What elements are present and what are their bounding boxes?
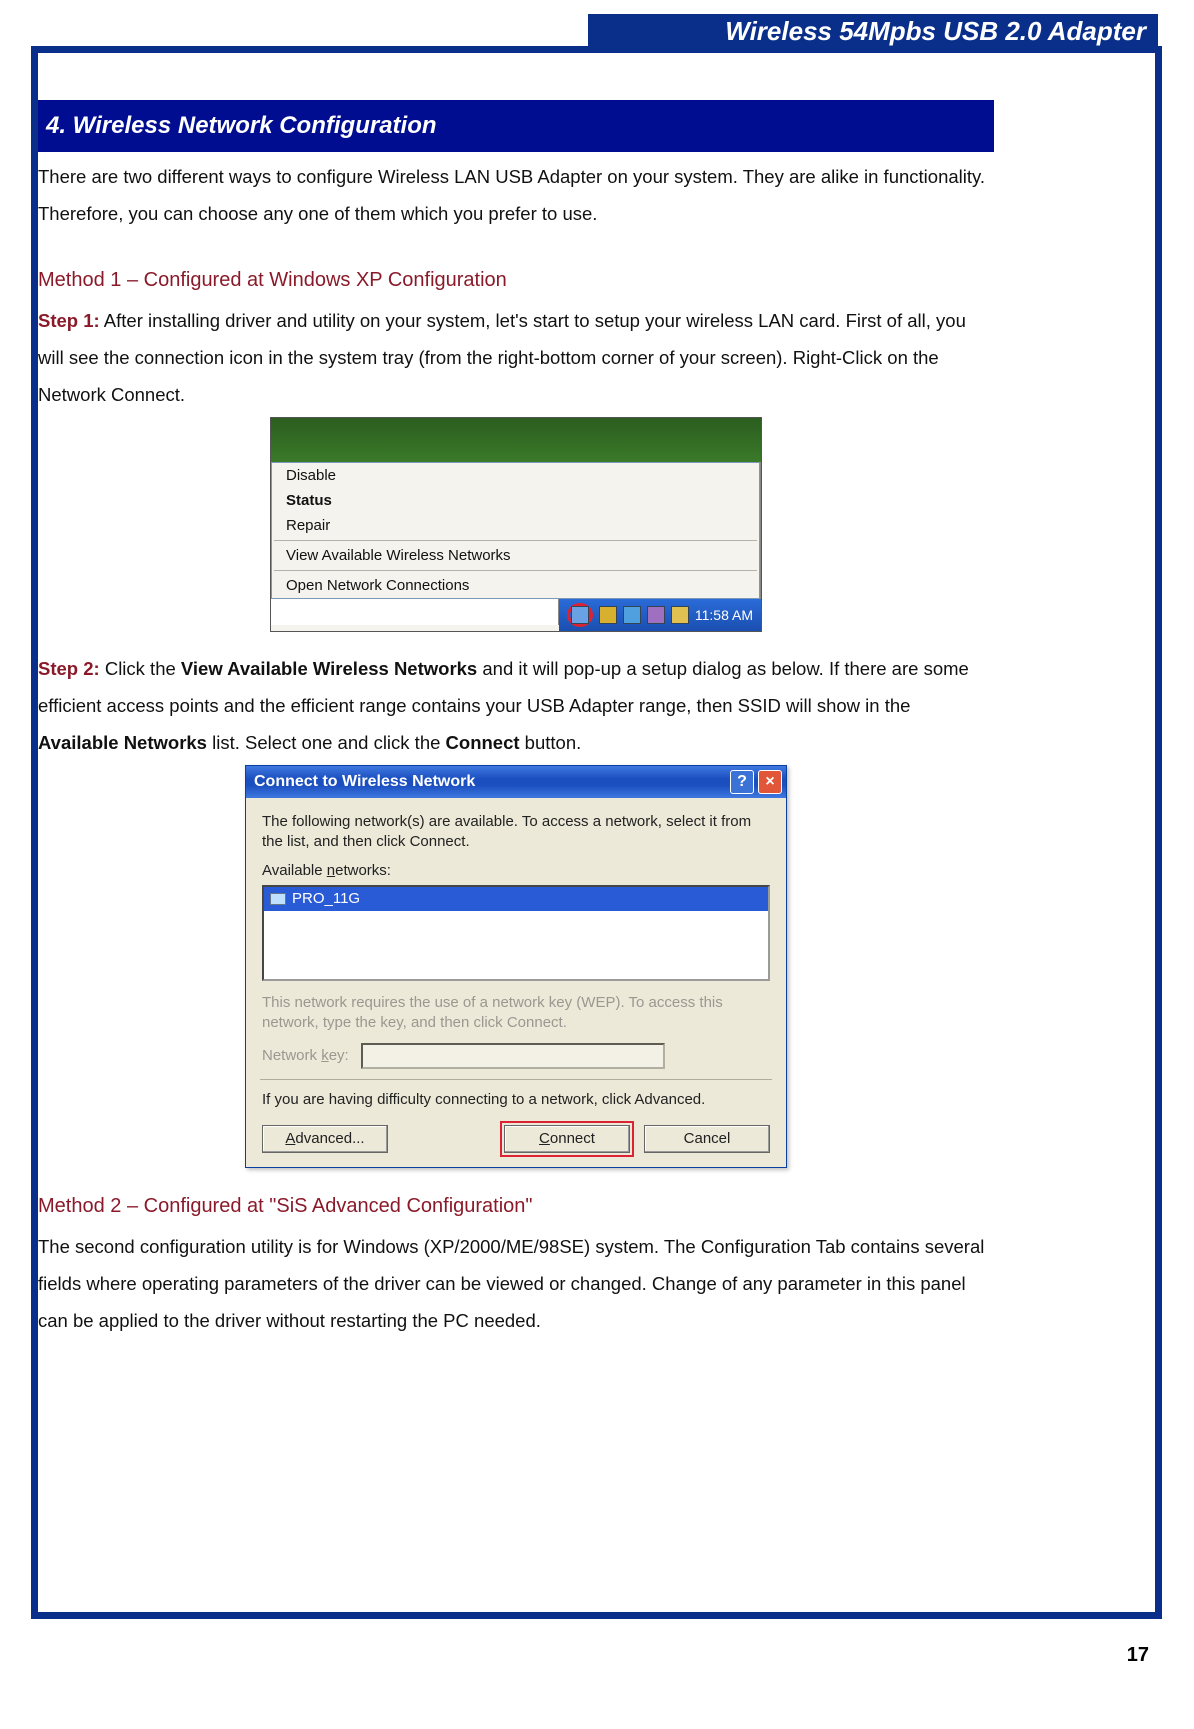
menu-item-disable[interactable]: Disable: [272, 463, 759, 488]
clock: 11:58 AM: [695, 608, 753, 622]
tray-icon[interactable]: [623, 606, 641, 624]
method1-title: Method 1 – Configured at Windows XP Conf…: [38, 260, 994, 300]
close-button[interactable]: ×: [758, 770, 782, 794]
intro-text: There are two different ways to configur…: [38, 158, 994, 232]
cancel-button[interactable]: Cancel: [644, 1125, 770, 1153]
network-ssid: PRO_11G: [292, 889, 360, 909]
context-menu: Disable Status Repair View Available Wir…: [271, 462, 760, 599]
menu-item-view-networks[interactable]: View Available Wireless Networks: [272, 543, 759, 568]
menu-item-repair[interactable]: Repair: [272, 513, 759, 538]
available-networks-list[interactable]: PRO_11G: [262, 885, 770, 981]
menu-separator: [274, 540, 757, 541]
connect-button[interactable]: Connect: [504, 1125, 630, 1153]
highlight-circle: [567, 603, 593, 627]
network-key-input[interactable]: [361, 1043, 665, 1069]
figure-connect-dialog: Connect to Wireless Network ? × The foll…: [245, 765, 787, 1168]
method2-text: The second configuration utility is for …: [38, 1228, 994, 1339]
menu-item-label: Open Network Connections: [286, 578, 469, 593]
network-key-label: Network key:: [262, 1043, 770, 1069]
wifi-icon: [270, 893, 286, 905]
dialog-separator: [260, 1079, 772, 1080]
dialog-description: The following network(s) are available. …: [262, 812, 770, 853]
help-button[interactable]: ?: [730, 770, 754, 794]
step1-label: Step 1:: [38, 310, 100, 331]
system-tray: 11:58 AM: [559, 599, 761, 631]
desktop-bg: [271, 418, 761, 462]
dialog-titlebar: Connect to Wireless Network ? ×: [246, 766, 786, 798]
advanced-button[interactable]: Advanced...: [262, 1125, 388, 1153]
menu-item-status[interactable]: Status: [272, 488, 759, 513]
network-item[interactable]: PRO_11G: [264, 887, 768, 911]
step2-label: Step 2:: [38, 658, 100, 679]
product-header: Wireless 54Mpbs USB 2.0 Adapter: [725, 16, 1146, 47]
method1-step1: Step 1: After installing driver and util…: [38, 302, 994, 413]
method1-step2: Step 2: Click the View Available Wireles…: [38, 650, 994, 761]
method2-title: Method 2 – Configured at "SiS Advanced C…: [38, 1186, 994, 1226]
section-title: 4. Wireless Network Configuration: [38, 100, 994, 152]
menu-item-open-connections[interactable]: Open Network Connections: [272, 573, 759, 598]
figure-systray-menu: Disable Status Repair View Available Wir…: [270, 417, 762, 632]
dialog-title: Connect to Wireless Network: [254, 766, 475, 798]
page-number: 17: [1127, 1644, 1149, 1667]
network-icon[interactable]: [571, 606, 589, 624]
available-networks-label: Available networks:: [262, 861, 770, 881]
tray-icon[interactable]: [671, 606, 689, 624]
tray-icon[interactable]: [647, 606, 665, 624]
tray-icon[interactable]: [599, 606, 617, 624]
advanced-advice: If you are having difficulty connecting …: [262, 1090, 770, 1110]
wep-note: This network requires the use of a netwo…: [262, 993, 770, 1034]
step1-text: After installing driver and utility on y…: [38, 310, 966, 405]
menu-separator: [274, 570, 757, 571]
